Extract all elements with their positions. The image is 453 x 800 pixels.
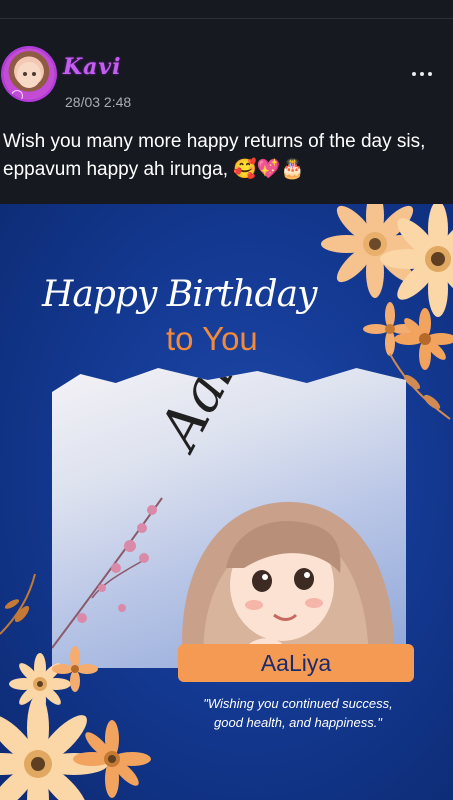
more-options-icon[interactable] [409,64,435,84]
wish-line-2: good health, and happiness." [214,715,382,730]
avatar-eye [23,72,27,76]
menu-dot [428,72,432,76]
name-banner: AaLiya [178,644,414,682]
avatar-eye [32,72,36,76]
flower-decoration-bottom-left [0,574,151,800]
top-divider [0,18,453,19]
wish-line-1: "Wishing you continued success, [203,696,393,711]
username[interactable]: Kavi [63,54,122,80]
menu-dot [412,72,416,76]
birthday-card-image[interactable]: Happy Birthday to You Aaliya AaLiya "Wis… [0,204,453,800]
menu-dot [420,72,424,76]
card-subtitle: to You [166,320,258,357]
avatar-ring-icon [11,90,23,100]
wish-text: "Wishing you continued success, good hea… [188,694,408,732]
post-timestamp: 28/03 2:48 [65,94,132,110]
post-header: Kavi 28/03 2:48 [0,40,453,120]
avatar-face [17,62,41,88]
post-caption: Wish you many more happy returns of the … [3,131,426,180]
card-title: Happy Birthday [42,274,317,315]
cartoon-girl-portrait [182,501,395,668]
avatar[interactable] [3,48,55,100]
